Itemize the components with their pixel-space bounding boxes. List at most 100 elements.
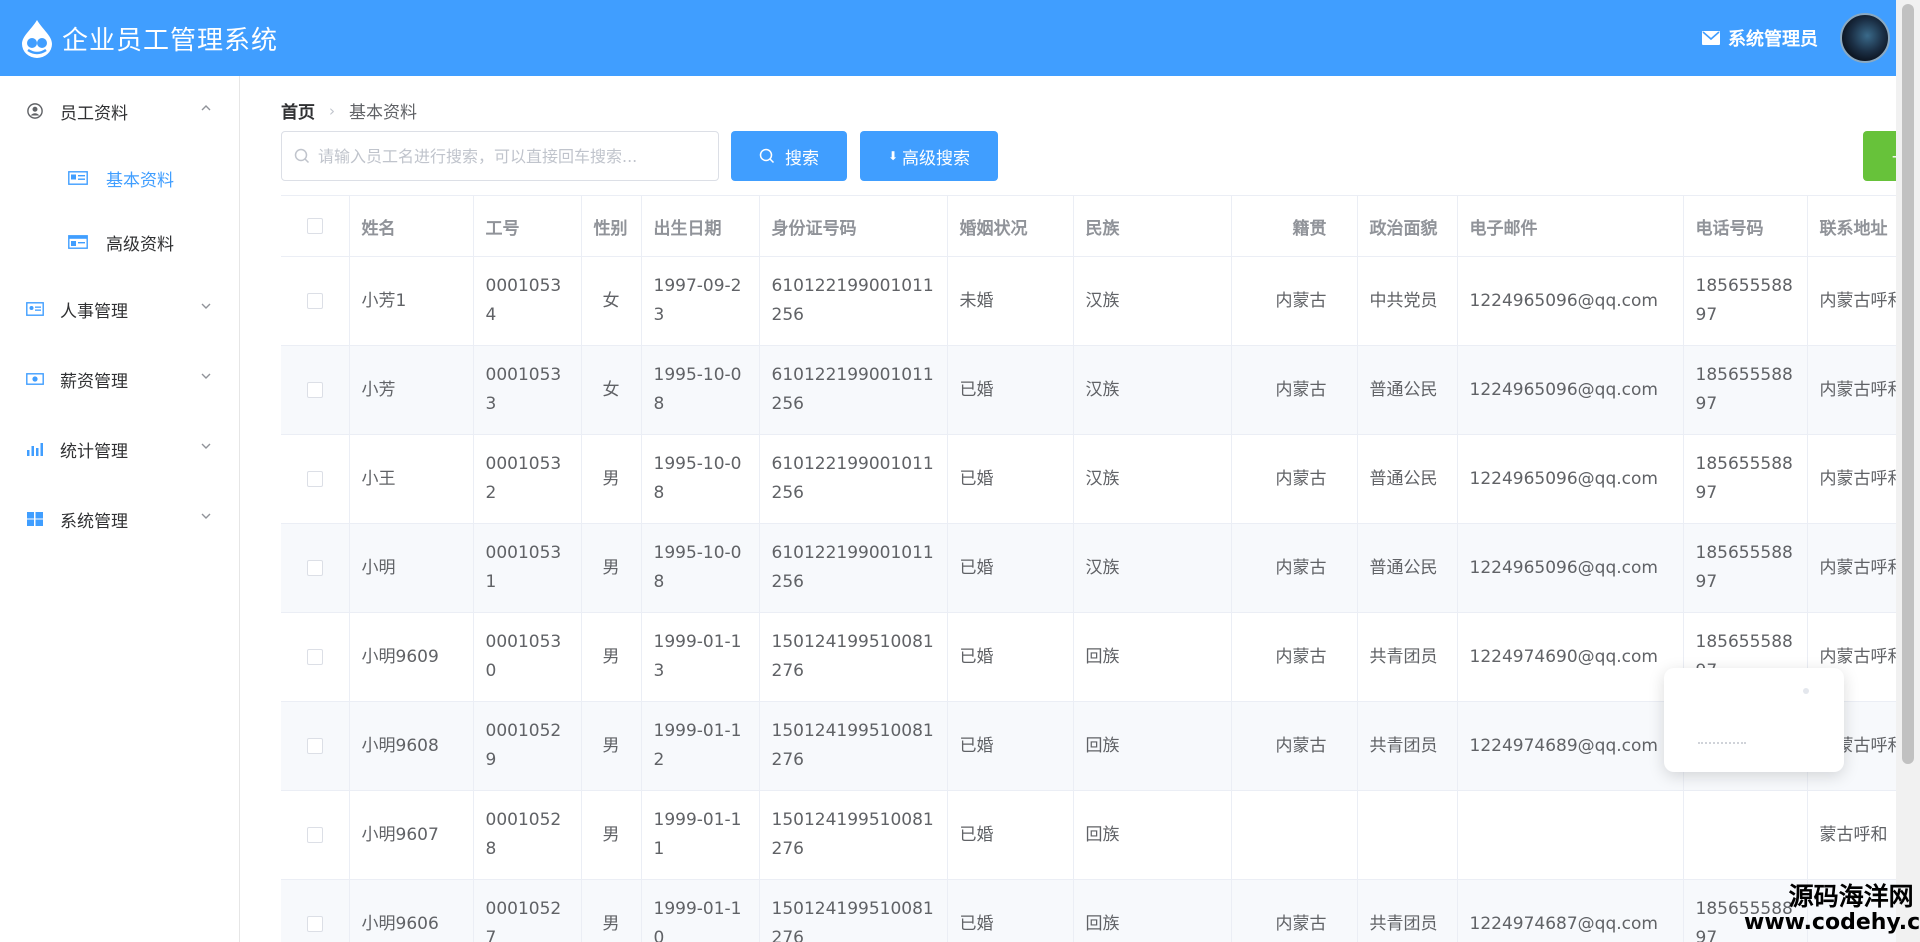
- row-checkbox[interactable]: [306, 826, 323, 843]
- floating-panel[interactable]: [1664, 668, 1844, 772]
- select-all-checkbox[interactable]: [306, 218, 323, 234]
- table-row[interactable]: 小芳 00010533 女 1995-10-08 610122199001011256 已…: [281, 345, 1896, 435]
- search-button-label: 搜索: [785, 148, 819, 169]
- cell-id-number: 610122199001011256: [759, 434, 948, 524]
- column-header[interactable]: 电话号码: [1683, 195, 1808, 257]
- cell-name: 小王: [349, 434, 474, 524]
- sidebar-item-system-management[interactable]: 系统管理: [0, 484, 239, 554]
- row-select-cell[interactable]: [281, 523, 350, 613]
- column-header[interactable]: 民族: [1073, 195, 1232, 257]
- avatar[interactable]: [1840, 13, 1890, 63]
- row-select-cell[interactable]: [281, 345, 350, 435]
- table-row[interactable]: 小明9606 00010527 男 1999-01-10 150124199510081…: [281, 879, 1896, 942]
- cell-birth-date: 1995-10-08: [641, 523, 760, 613]
- double-chevron-down-icon: ⬇: [887, 149, 899, 163]
- table-row[interactable]: 小明 00010531 男 1995-10-08 610122199001011256 已…: [281, 523, 1896, 613]
- advanced-search-button[interactable]: ⬇ 高级搜索: [860, 131, 998, 181]
- cell-political-status: 共青团员: [1357, 612, 1458, 702]
- search-box[interactable]: [281, 131, 719, 181]
- user-menu[interactable]: 系统管理员: [1728, 25, 1818, 51]
- add-button-label: +: [1891, 147, 1896, 166]
- cell-name: 小明: [349, 523, 474, 613]
- sidebar-item-employee-info[interactable]: 员工资料: [0, 76, 239, 146]
- breadcrumb-home[interactable]: 首页: [281, 98, 315, 123]
- cell-id-number: 150124199510081276: [759, 790, 948, 880]
- cell-ethnicity: 汉族: [1073, 434, 1232, 524]
- cell-marital-status: 已婚: [947, 612, 1074, 702]
- vertical-scrollbar[interactable]: [1896, 0, 1920, 942]
- sidebar-item-salary-management[interactable]: 薪资管理: [0, 344, 239, 414]
- cell-email: 1224965096@qq.com: [1457, 434, 1684, 524]
- cell-political-status: 共青团员: [1357, 879, 1458, 942]
- cell-email: 1224974689@qq.com: [1457, 701, 1684, 791]
- cell-native-place: 内蒙古: [1231, 434, 1358, 524]
- row-select-cell[interactable]: [281, 434, 350, 524]
- column-header[interactable]: 婚姻状况: [947, 195, 1074, 257]
- cell-id-number: 150124199510081276: [759, 612, 948, 702]
- column-header[interactable]: 身份证号码: [759, 195, 948, 257]
- chevron-down-icon: [201, 303, 211, 309]
- column-header[interactable]: 联系地址: [1807, 195, 1896, 257]
- column-header[interactable]: 工号: [473, 195, 582, 257]
- column-header[interactable]: 性别: [581, 195, 642, 257]
- cell-native-place: 内蒙古: [1231, 701, 1358, 791]
- sidebar-subitem-basic-info[interactable]: 基本资料: [0, 146, 239, 210]
- column-header[interactable]: 政治面貌: [1357, 195, 1458, 257]
- sidebar-item-statistics-management[interactable]: 统计管理: [0, 414, 239, 484]
- cell-id-number: 150124199510081276: [759, 879, 948, 942]
- row-checkbox[interactable]: [306, 559, 323, 576]
- search-button[interactable]: 搜索: [731, 131, 847, 181]
- cell-birth-date: 1999-01-13: [641, 612, 760, 702]
- cell-id-number: 150124199510081276: [759, 701, 948, 791]
- table-row[interactable]: 小芳1 00010534 女 1997-09-23 610122199001011256…: [281, 256, 1896, 346]
- column-header[interactable]: 姓名: [349, 195, 474, 257]
- table-row[interactable]: 小王 00010532 男 1995-10-08 610122199001011256 已…: [281, 434, 1896, 524]
- row-checkbox[interactable]: [306, 648, 323, 665]
- column-header[interactable]: 籍贯: [1231, 195, 1358, 257]
- cell-email: 1224965096@qq.com: [1457, 523, 1684, 613]
- sidebar-item-label: 人事管理: [60, 301, 128, 322]
- cell-political-status: 中共党员: [1357, 256, 1458, 346]
- cell-native-place: 内蒙古: [1231, 256, 1358, 346]
- row-select-cell[interactable]: [281, 879, 350, 942]
- cell-ethnicity: 汉族: [1073, 345, 1232, 435]
- table-row[interactable]: 小明9607 00010528 男 1999-01-11 150124199510081…: [281, 790, 1896, 880]
- cell-employee-id: 00010529: [473, 701, 582, 791]
- row-checkbox[interactable]: [306, 292, 323, 309]
- row-checkbox[interactable]: [306, 470, 323, 487]
- select-all-cell[interactable]: [281, 195, 350, 257]
- row-select-cell[interactable]: [281, 256, 350, 346]
- row-checkbox[interactable]: [306, 915, 323, 932]
- sidebar-subitem-advanced-info[interactable]: 高级资料: [0, 210, 239, 274]
- cell-marital-status: 已婚: [947, 701, 1074, 791]
- sidebar-item-label: 员工资料: [60, 103, 128, 124]
- table-row[interactable]: 小明9608 00010529 男 1999-01-12 150124199510081…: [281, 701, 1896, 791]
- cell-gender: 女: [581, 256, 642, 346]
- cell-phone: 18565558897: [1683, 345, 1808, 435]
- scrollbar-thumb[interactable]: [1902, 4, 1914, 764]
- cell-gender: 男: [581, 879, 642, 942]
- search-icon: [294, 148, 310, 164]
- cell-gender: 男: [581, 612, 642, 702]
- sidebar-item-hr-management[interactable]: 人事管理: [0, 274, 239, 344]
- row-checkbox[interactable]: [306, 381, 323, 398]
- search-input[interactable]: [318, 146, 718, 166]
- cell-marital-status: 已婚: [947, 345, 1074, 435]
- row-select-cell[interactable]: [281, 701, 350, 791]
- add-employee-button[interactable]: +: [1863, 131, 1896, 181]
- table-row[interactable]: 小明9609 00010530 男 1999-01-13 150124199510081…: [281, 612, 1896, 702]
- row-select-cell[interactable]: [281, 612, 350, 702]
- cell-political-status: 共青团员: [1357, 701, 1458, 791]
- column-header[interactable]: 电子邮件: [1457, 195, 1684, 257]
- row-checkbox[interactable]: [306, 737, 323, 754]
- row-select-cell[interactable]: [281, 790, 350, 880]
- breadcrumb: 首页 › 基本资料: [281, 98, 417, 124]
- column-header[interactable]: 出生日期: [641, 195, 760, 257]
- drop-logo-icon: [22, 20, 52, 58]
- cell-name: 小明9607: [349, 790, 474, 880]
- mail-icon[interactable]: [1702, 31, 1720, 45]
- chevron-down-icon: [201, 443, 211, 449]
- sidebar-item-label: 薪资管理: [60, 371, 128, 392]
- cell-email: 1224974690@qq.com: [1457, 612, 1684, 702]
- cell-ethnicity: 回族: [1073, 790, 1232, 880]
